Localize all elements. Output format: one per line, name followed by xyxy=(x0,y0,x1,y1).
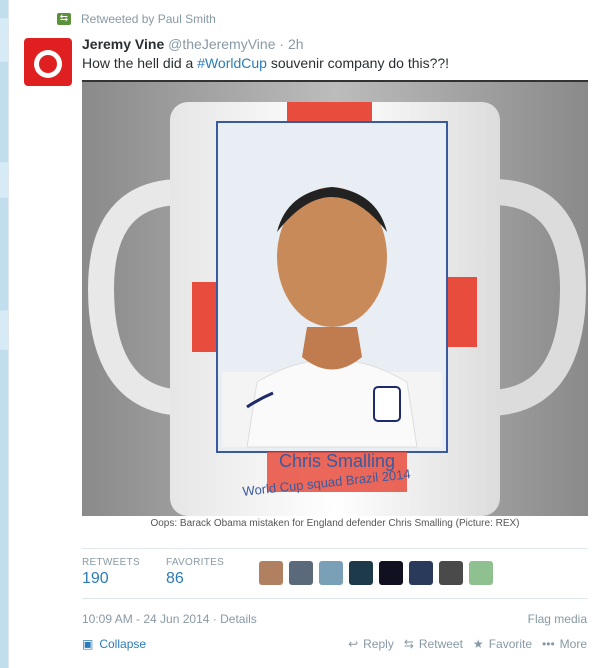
tweet-text: How the hell did a #WorldCup souvenir co… xyxy=(82,55,449,71)
details-link[interactable]: Details xyxy=(220,612,257,626)
retweets-label: RETWEETS xyxy=(82,557,140,568)
retweet-label: Retweet xyxy=(418,637,463,651)
author-handle[interactable]: @theJeremyVine xyxy=(168,36,275,52)
avatar[interactable] xyxy=(439,561,463,585)
tweet-text-before: How the hell did a xyxy=(82,55,198,71)
collapse-button[interactable]: ▣ Collapse xyxy=(82,637,146,651)
tweet-card: ⇆ Retweeted by Paul Smith Jeremy Vine @t… xyxy=(8,0,607,668)
collapse-icon: ▣ xyxy=(82,637,94,651)
avatar[interactable] xyxy=(259,561,283,585)
avatar[interactable] xyxy=(24,38,72,86)
retweet-icon: ⇆ xyxy=(57,13,71,25)
collapse-label: Collapse xyxy=(99,637,147,651)
avatar[interactable] xyxy=(289,561,313,585)
timestamp: 10:09 AM - 24 Jun 2014 xyxy=(82,612,210,626)
retweet-icon: ⇆ xyxy=(403,637,414,651)
tweet-stats: RETWEETS 190 FAVORITES 86 xyxy=(82,557,224,588)
tweet-header: Jeremy Vine @theJeremyVine · 2h xyxy=(82,36,304,52)
separator-dot: · xyxy=(212,612,217,626)
tweet-meta: 10:09 AM - 24 Jun 2014 · Details xyxy=(82,612,257,626)
favoriters-avatars xyxy=(259,561,493,585)
author-name[interactable]: Jeremy Vine xyxy=(82,36,164,52)
retweeted-by-row: ⇆ Retweeted by Paul Smith xyxy=(57,12,216,26)
avatar-logo-center xyxy=(39,55,57,73)
favorites-label: FAVORITES xyxy=(165,557,225,568)
reply-button[interactable]: ↩ Reply xyxy=(348,637,394,651)
retweets-count: 190 xyxy=(82,570,109,587)
favorites-stat[interactable]: FAVORITES 86 xyxy=(166,557,224,588)
avatar[interactable] xyxy=(349,561,373,585)
hashtag-link[interactable]: #WorldCup xyxy=(197,55,267,71)
avatar[interactable] xyxy=(409,561,433,585)
mug-photo: Chris Smalling World Cup squad Brazil 20… xyxy=(82,82,588,516)
divider xyxy=(82,598,588,599)
star-icon: ★ xyxy=(472,637,484,651)
tweet-text-after: souvenir company do this??! xyxy=(266,55,450,71)
divider xyxy=(82,548,588,549)
avatar[interactable] xyxy=(319,561,343,585)
tweet-time[interactable]: 2h xyxy=(288,36,304,52)
photo-caption: Oops: Barack Obama mistaken for England … xyxy=(150,518,520,529)
retweeted-by-text[interactable]: Retweeted by Paul Smith xyxy=(81,12,216,26)
mug-name-text: Chris Smalling xyxy=(279,451,395,471)
more-icon: ••• xyxy=(542,637,555,651)
tweet-photo[interactable]: Chris Smalling World Cup squad Brazil 20… xyxy=(82,80,588,516)
flag-media-link[interactable]: Flag media xyxy=(528,612,587,626)
tweet-actions: ↩ Reply ⇆ Retweet ★ Favorite ••• More xyxy=(348,637,587,651)
retweet-button[interactable]: ⇆ Retweet xyxy=(404,637,463,651)
retweets-stat[interactable]: RETWEETS 190 xyxy=(82,557,140,588)
more-label: More xyxy=(559,637,587,651)
favorite-button[interactable]: ★ Favorite xyxy=(473,637,532,651)
avatar[interactable] xyxy=(379,561,403,585)
favorite-label: Favorite xyxy=(488,637,533,651)
favorites-count: 86 xyxy=(165,570,184,587)
avatar[interactable] xyxy=(469,561,493,585)
more-button[interactable]: ••• More xyxy=(542,637,587,651)
reply-label: Reply xyxy=(363,637,394,651)
separator-dot: · xyxy=(279,36,285,52)
reply-icon: ↩ xyxy=(348,637,359,651)
